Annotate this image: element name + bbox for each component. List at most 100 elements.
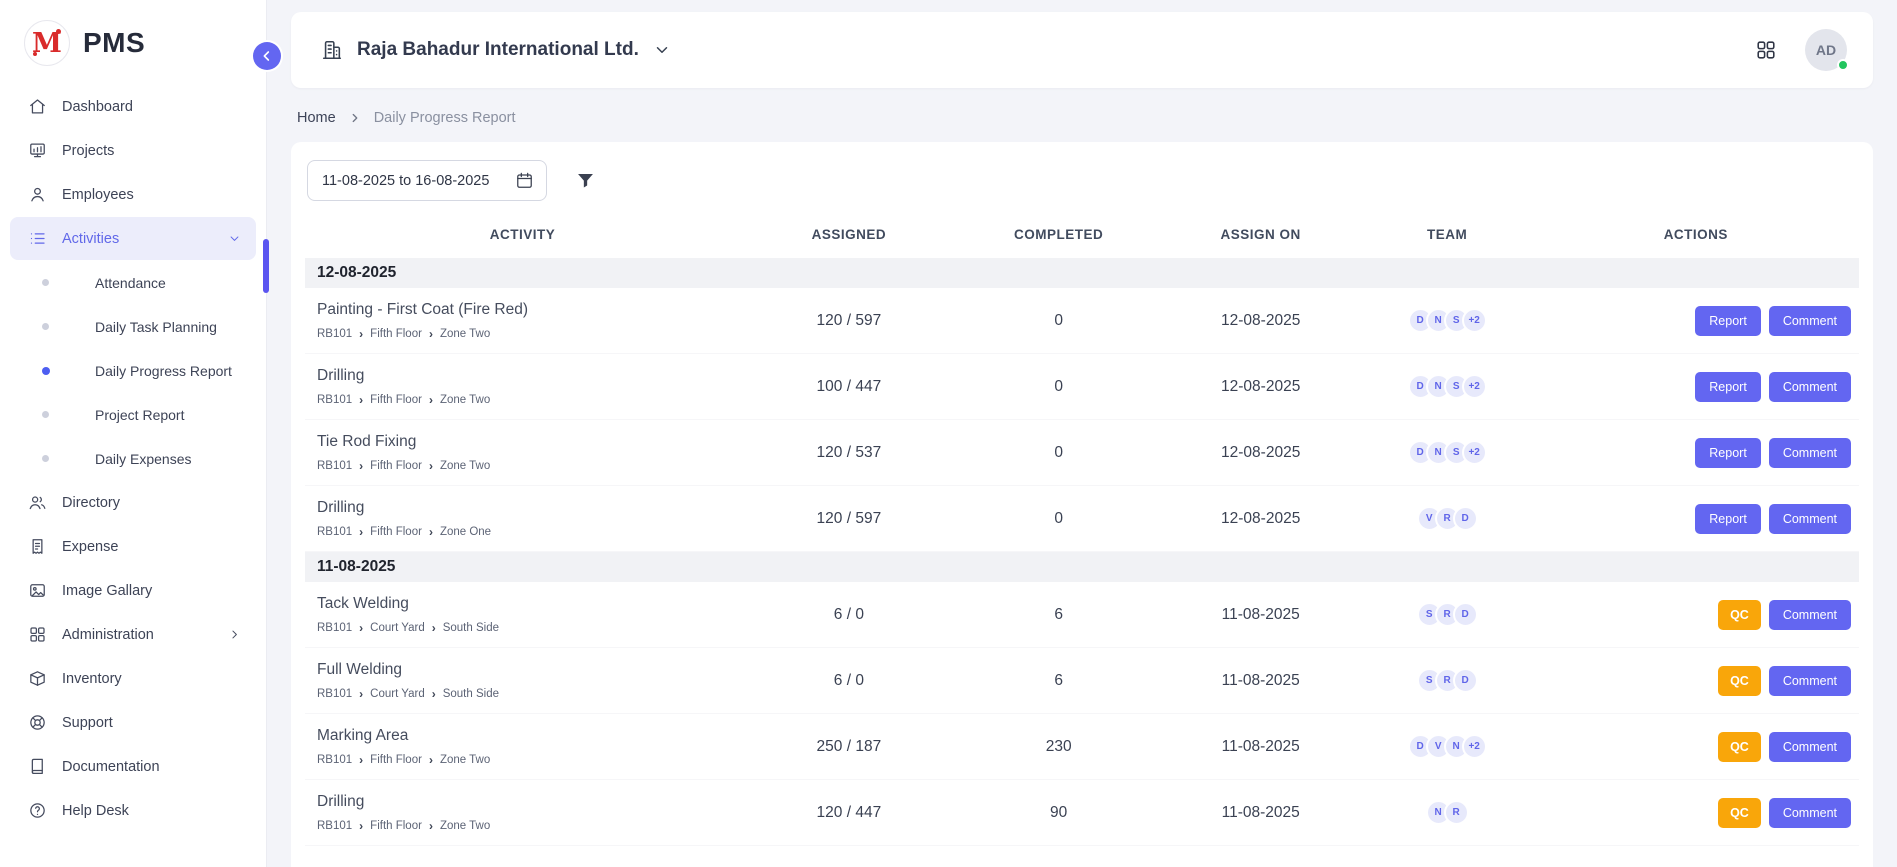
sidebar-item-activities[interactable]: Activities bbox=[10, 217, 256, 260]
comment-button[interactable]: Comment bbox=[1769, 372, 1851, 402]
date-range-value: 11-08-2025 to 16-08-2025 bbox=[322, 173, 489, 189]
comment-button[interactable]: Comment bbox=[1769, 666, 1851, 696]
chevron-right-icon: › bbox=[432, 688, 436, 700]
bullet-icon bbox=[42, 323, 49, 330]
breadcrumb: Home Daily Progress Report bbox=[291, 88, 1873, 142]
row-actions: Report Comment bbox=[1539, 372, 1853, 402]
sidebar-subitem-daily-progress-report[interactable]: Daily Progress Report bbox=[10, 349, 256, 392]
progress-report-table: ACTIVITYASSIGNEDCOMPLETEDASSIGN ONTEAMAC… bbox=[305, 219, 1859, 846]
chevron-right-icon: › bbox=[359, 460, 363, 472]
report-button[interactable]: Report bbox=[1695, 306, 1761, 336]
logo-icon: M bbox=[24, 20, 70, 66]
report-button[interactable]: Report bbox=[1695, 438, 1761, 468]
filter-row: 11-08-2025 to 16-08-2025 bbox=[305, 160, 1859, 219]
assign-on-value: 12-08-2025 bbox=[1160, 420, 1362, 486]
app-name: PMS bbox=[83, 27, 145, 59]
company-selector[interactable]: Raja Bahadur International Ltd. bbox=[321, 39, 671, 61]
team-avatars: DVN+2 bbox=[1368, 734, 1527, 759]
sidebar-item-label: Support bbox=[62, 715, 113, 731]
path-segment: South Side bbox=[443, 688, 499, 700]
bullet-icon bbox=[42, 455, 49, 462]
team-avatar: D bbox=[1453, 602, 1478, 627]
chevron-right-icon bbox=[348, 111, 362, 125]
comment-button[interactable]: Comment bbox=[1769, 798, 1851, 828]
qc-button[interactable]: QC bbox=[1718, 798, 1761, 828]
path-segment: Fifth Floor bbox=[370, 820, 422, 832]
chevron-right-icon: › bbox=[429, 328, 433, 340]
sidebar-subitem-attendance[interactable]: Attendance bbox=[10, 261, 256, 304]
path-segment: Zone Two bbox=[440, 328, 490, 340]
chevron-right-icon: › bbox=[429, 754, 433, 766]
breadcrumb-home[interactable]: Home bbox=[297, 110, 336, 126]
qc-button[interactable]: QC bbox=[1718, 600, 1761, 630]
completed-value: 0 bbox=[958, 288, 1160, 354]
path-segment: RB101 bbox=[317, 460, 352, 472]
path-segment: Fifth Floor bbox=[370, 394, 422, 406]
path-segment: Zone Two bbox=[440, 460, 490, 472]
activity-path: RB101›Fifth Floor›Zone One bbox=[317, 526, 734, 538]
path-segment: Zone Two bbox=[440, 820, 490, 832]
team-avatar: D bbox=[1453, 668, 1478, 693]
report-button[interactable]: Report bbox=[1695, 372, 1761, 402]
activity-title: Painting - First Coat (Fire Red) bbox=[317, 301, 734, 319]
comment-button[interactable]: Comment bbox=[1769, 600, 1851, 630]
sidebar-item-label: Help Desk bbox=[62, 803, 129, 819]
path-segment: Fifth Floor bbox=[370, 754, 422, 766]
path-segment: RB101 bbox=[317, 526, 352, 538]
activity-row: Tack WeldingRB101›Court Yard›South Side6… bbox=[305, 582, 1859, 648]
row-actions: Report Comment bbox=[1539, 306, 1853, 336]
sidebar-item-documentation[interactable]: Documentation bbox=[10, 745, 256, 788]
sidebar-subitem-label: Project Report bbox=[95, 407, 184, 423]
projects-icon bbox=[28, 141, 47, 160]
user-avatar[interactable]: AD bbox=[1805, 29, 1847, 71]
sidebar-item-inventory[interactable]: Inventory bbox=[10, 657, 256, 700]
sidebar-subitem-project-report[interactable]: Project Report bbox=[10, 393, 256, 436]
chevron-down-icon bbox=[227, 231, 242, 246]
sidebar-item-projects[interactable]: Projects bbox=[10, 129, 256, 172]
chevron-down-icon bbox=[653, 41, 671, 59]
assigned-value: 6 / 0 bbox=[740, 648, 958, 714]
bullet-icon bbox=[42, 411, 49, 418]
sidebar-item-expense[interactable]: Expense bbox=[10, 525, 256, 568]
activity-path: RB101›Court Yard›South Side bbox=[317, 622, 734, 634]
sidebar-item-employees[interactable]: Employees bbox=[10, 173, 256, 216]
active-section-indicator bbox=[263, 239, 269, 293]
team-avatars: DNS+2 bbox=[1368, 440, 1527, 465]
comment-button[interactable]: Comment bbox=[1769, 504, 1851, 534]
sidebar-collapse-button[interactable] bbox=[253, 42, 281, 70]
calendar-icon bbox=[515, 171, 534, 190]
sidebar-item-label: Projects bbox=[62, 143, 114, 159]
chevron-right-icon: › bbox=[359, 820, 363, 832]
docs-icon bbox=[28, 757, 47, 776]
online-status-dot bbox=[1837, 59, 1849, 71]
sidebar-item-support[interactable]: Support bbox=[10, 701, 256, 744]
activity-row: Painting - First Coat (Fire Red)RB101›Fi… bbox=[305, 288, 1859, 354]
sidebar-item-help-desk[interactable]: Help Desk bbox=[10, 789, 256, 832]
sidebar-subitem-daily-task-planning[interactable]: Daily Task Planning bbox=[10, 305, 256, 348]
qc-button[interactable]: QC bbox=[1718, 732, 1761, 762]
content-card: 11-08-2025 to 16-08-2025 ACTIVITYASSIGNE… bbox=[291, 142, 1873, 867]
sidebar-item-dashboard[interactable]: Dashboard bbox=[10, 85, 256, 128]
column-header-actions: ACTIONS bbox=[1533, 219, 1859, 258]
activity-row: Tie Rod FixingRB101›Fifth Floor›Zone Two… bbox=[305, 420, 1859, 486]
home-icon bbox=[28, 97, 47, 116]
sidebar-item-administration[interactable]: Administration bbox=[10, 613, 256, 656]
comment-button[interactable]: Comment bbox=[1769, 732, 1851, 762]
qc-button[interactable]: QC bbox=[1718, 666, 1761, 696]
filter-button[interactable] bbox=[575, 170, 596, 191]
row-actions: QC Comment bbox=[1539, 666, 1853, 696]
sidebar-subitem-daily-expenses[interactable]: Daily Expenses bbox=[10, 437, 256, 480]
column-header-assign-on: ASSIGN ON bbox=[1160, 219, 1362, 258]
sidebar-item-directory[interactable]: Directory bbox=[10, 481, 256, 524]
comment-button[interactable]: Comment bbox=[1769, 306, 1851, 336]
apps-grid-button[interactable] bbox=[1755, 39, 1777, 61]
date-range-input[interactable]: 11-08-2025 to 16-08-2025 bbox=[307, 160, 547, 201]
activity-path: RB101›Fifth Floor›Zone Two bbox=[317, 820, 734, 832]
chevron-right-icon: › bbox=[359, 526, 363, 538]
activity-title: Full Welding bbox=[317, 661, 734, 679]
report-button[interactable]: Report bbox=[1695, 504, 1761, 534]
sidebar-item-image-gallary[interactable]: Image Gallary bbox=[10, 569, 256, 612]
completed-value: 6 bbox=[958, 582, 1160, 648]
comment-button[interactable]: Comment bbox=[1769, 438, 1851, 468]
chevron-right-icon: › bbox=[359, 754, 363, 766]
